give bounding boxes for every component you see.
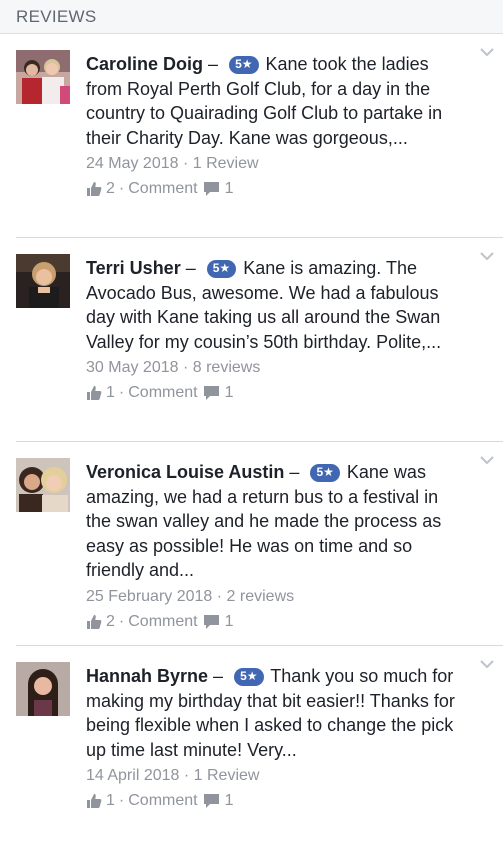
review-date[interactable]: 14 April 2018 [86, 767, 179, 784]
thumbs-up-icon[interactable] [86, 181, 102, 197]
rating-badge: 5★ [234, 668, 264, 686]
review-count[interactable]: 1 Review [194, 767, 260, 784]
thumbs-up-icon[interactable] [86, 614, 102, 630]
rating-badge: 5★ [206, 260, 237, 278]
meta-dot: · [182, 359, 193, 376]
review-item: Veronica Louise Austin – 5★ Kane was ama… [16, 442, 503, 646]
separator-dash: – [208, 54, 219, 74]
review-item: Hannah Byrne – 5★ Thank you so much for … [16, 646, 503, 850]
review-body: Hannah Byrne – 5★ Thank you so much for … [86, 664, 463, 762]
like-count[interactable]: 2 [106, 612, 115, 632]
review-item: Caroline Doig – 5★ Kane took the ladies … [16, 34, 503, 238]
action-dot: · [118, 792, 125, 809]
review-actions: 2 · Comment 1 [86, 612, 463, 632]
review-actions: 2 · Comment 1 [86, 179, 463, 199]
separator-dash: – [213, 666, 224, 686]
review-actions: 1 · Comment 1 [86, 383, 463, 403]
avatar[interactable] [16, 458, 70, 512]
review-date[interactable]: 24 May 2018 [86, 155, 179, 172]
speech-bubble-icon [203, 182, 219, 196]
comment-count[interactable]: 1 [225, 179, 234, 199]
like-count[interactable]: 2 [106, 179, 115, 199]
review-date[interactable]: 30 May 2018 [86, 359, 179, 376]
chevron-down-icon[interactable] [479, 250, 495, 262]
reviews-list: Caroline Doig – 5★ Kane took the ladies … [0, 34, 503, 850]
comment-button[interactable]: Comment [128, 612, 197, 632]
rating-badge: 5★ [310, 464, 340, 482]
rating-badge: 5★ [229, 56, 259, 74]
thumbs-up-icon[interactable] [86, 385, 102, 401]
review-meta: 30 May 2018 · 8 reviews [86, 358, 463, 378]
review-count[interactable]: 1 Review [193, 155, 259, 172]
chevron-down-icon[interactable] [479, 658, 495, 670]
separator-dash: – [289, 462, 300, 482]
comment-button[interactable]: Comment [128, 791, 197, 811]
comment-count[interactable]: 1 [225, 791, 234, 811]
speech-bubble-icon [203, 614, 219, 629]
action-dot: · [118, 384, 125, 401]
reviewer-name[interactable]: Veronica Louise Austin [86, 462, 284, 482]
comment-count[interactable]: 1 [225, 383, 234, 403]
reviewer-name[interactable]: Terri Usher [86, 258, 181, 278]
review-count[interactable]: 8 reviews [193, 359, 261, 376]
meta-dot: · [183, 767, 194, 784]
review-date[interactable]: 25 February 2018 [86, 588, 212, 605]
review-actions: 1 · Comment 1 [86, 791, 463, 811]
reviews-header: REVIEWS [0, 0, 503, 34]
action-dot: · [118, 180, 125, 197]
review-body: Veronica Louise Austin – 5★ Kane was ama… [86, 460, 463, 583]
review-count[interactable]: 2 reviews [227, 588, 295, 605]
reviewer-name[interactable]: Hannah Byrne [86, 666, 208, 686]
comment-button[interactable]: Comment [128, 179, 197, 199]
avatar[interactable] [16, 254, 70, 308]
avatar[interactable] [16, 50, 70, 104]
meta-dot: · [216, 587, 227, 605]
thumbs-up-icon[interactable] [86, 793, 102, 809]
comment-button[interactable]: Comment [128, 383, 197, 403]
meta-dot: · [182, 155, 193, 172]
review-body: Terri Usher – 5★ Kane is amazing. The Av… [86, 256, 463, 354]
review-body: Caroline Doig – 5★ Kane took the ladies … [86, 52, 463, 150]
review-meta: 14 April 2018 · 1 Review [86, 766, 463, 786]
review-item: Terri Usher – 5★ Kane is amazing. The Av… [16, 238, 503, 442]
action-dot: · [118, 612, 125, 630]
separator-dash: – [185, 258, 196, 278]
chevron-down-icon[interactable] [479, 454, 495, 466]
speech-bubble-icon [203, 794, 219, 808]
like-count[interactable]: 1 [106, 791, 115, 811]
like-count[interactable]: 1 [106, 383, 115, 403]
review-meta: 24 May 2018 · 1 Review [86, 154, 463, 174]
avatar[interactable] [16, 662, 70, 716]
reviewer-name[interactable]: Caroline Doig [86, 54, 203, 74]
speech-bubble-icon [203, 386, 219, 400]
review-meta: 25 February 2018 · 2 reviews [86, 587, 463, 607]
comment-count[interactable]: 1 [225, 612, 234, 632]
chevron-down-icon[interactable] [479, 46, 495, 58]
section-title: REVIEWS [16, 7, 97, 26]
